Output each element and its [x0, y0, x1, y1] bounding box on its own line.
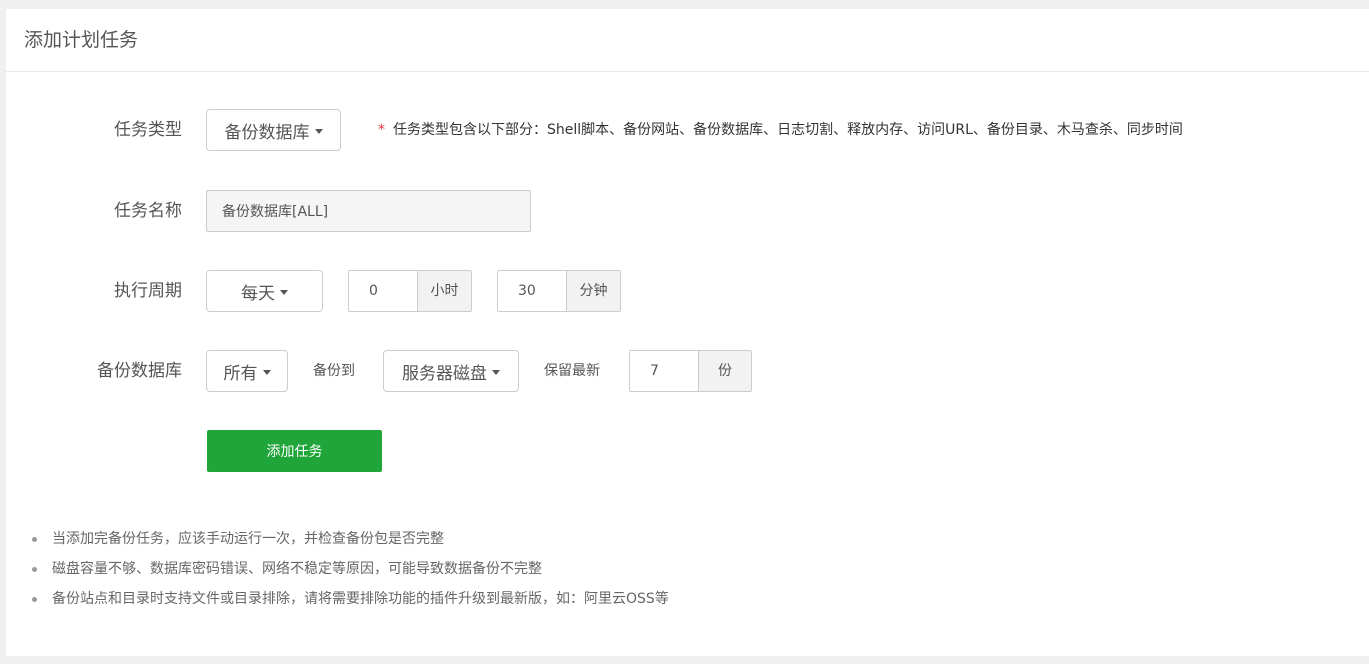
tip-item: 当添加完备份任务，应该手动运行一次，并检查备份包是否完整: [30, 524, 669, 554]
minute-input-group: 分钟: [497, 270, 621, 312]
hour-input-group: 小时: [348, 270, 472, 312]
minute-input[interactable]: [498, 271, 566, 311]
tip-item: 备份站点和目录时支持文件或目录排除，请将需要排除功能的插件升级到最新版，如：阿里…: [30, 584, 669, 614]
task-type-hint: * 任务类型包含以下部分：Shell脚本、备份网站、备份数据库、日志切割、释放内存…: [378, 109, 1183, 151]
caret-down-icon: [280, 289, 288, 295]
backup-db-label: 备份数据库: [97, 361, 182, 381]
database-dropdown[interactable]: 所有: [206, 350, 288, 392]
add-task-button[interactable]: 添加任务: [207, 430, 382, 472]
task-type-label: 任务类型: [114, 120, 182, 140]
hour-unit: 小时: [417, 271, 471, 311]
task-name-input[interactable]: [206, 190, 531, 232]
task-type-hint-text: 任务类型包含以下部分：Shell脚本、备份网站、备份数据库、日志切割、释放内存、…: [393, 122, 1183, 138]
backup-to-dropdown[interactable]: 服务器磁盘: [383, 350, 519, 392]
task-type-row: 任务类型 备份数据库 * 任务类型包含以下部分：Shell脚本、备份网站、备份数据…: [6, 109, 1369, 151]
period-dropdown[interactable]: 每天: [206, 270, 323, 312]
keep-input-group: 份: [629, 350, 752, 392]
tip-item: 磁盘容量不够、数据库密码错误、网络不稳定等原因，可能导致数据备份不完整: [30, 554, 669, 584]
task-name-row: 任务名称: [6, 190, 1369, 232]
task-type-dropdown[interactable]: 备份数据库: [206, 109, 341, 151]
keep-unit: 份: [698, 351, 751, 391]
add-cron-task-panel: 添加计划任务 任务类型 备份数据库 * 任务类型包含以下部分：Shell脚本、备份…: [6, 9, 1369, 656]
task-type-selected: 备份数据库: [224, 122, 310, 143]
hour-input[interactable]: [349, 271, 417, 311]
required-star: *: [378, 122, 385, 138]
backup-db-row: 备份数据库 所有 备份到 服务器磁盘 保留最新 份: [6, 350, 1369, 392]
backup-to-selected: 服务器磁盘: [402, 363, 487, 384]
backup-to-label: 备份到: [313, 363, 355, 379]
caret-down-icon: [314, 128, 323, 134]
caret-down-icon: [262, 369, 271, 375]
database-selected: 所有: [223, 363, 258, 384]
panel-title: 添加计划任务: [6, 9, 1369, 72]
tips-list: 当添加完备份任务，应该手动运行一次，并检查备份包是否完整 磁盘容量不够、数据库密…: [30, 524, 669, 614]
cycle-row: 执行周期 每天 小时 分钟: [6, 270, 1369, 312]
minute-unit: 分钟: [566, 271, 620, 311]
period-selected: 每天: [241, 283, 275, 304]
keep-latest-label: 保留最新: [544, 363, 600, 379]
cycle-label: 执行周期: [114, 281, 182, 301]
task-name-label: 任务名称: [114, 201, 182, 221]
caret-down-icon: [492, 369, 500, 375]
keep-count-input[interactable]: [630, 351, 698, 391]
